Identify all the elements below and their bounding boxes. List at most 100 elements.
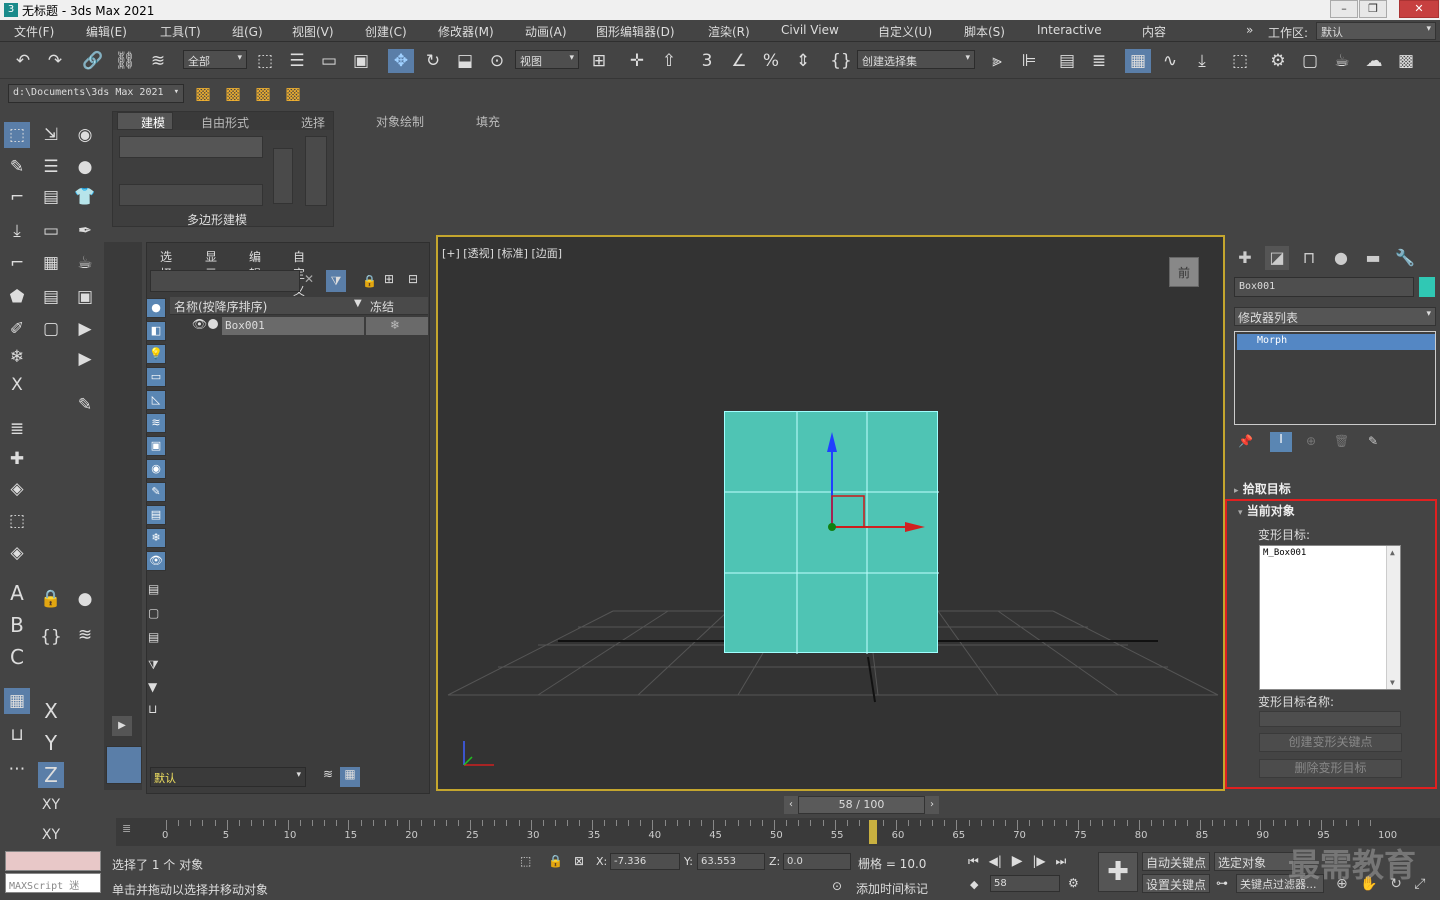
expand-arrow-icon[interactable]: ▶ xyxy=(112,716,132,736)
render-production-icon[interactable]: ☕ xyxy=(1329,49,1355,73)
curve-editor-mini-icon[interactable]: ≣ xyxy=(122,822,131,835)
project-folder-icon[interactable]: ▩ xyxy=(190,82,216,106)
filter-frozen-icon[interactable]: ❄ xyxy=(146,528,166,548)
display-tab-icon[interactable]: ▬ xyxy=(1361,246,1385,270)
render-frame-icon[interactable]: ▣ xyxy=(72,284,98,310)
menu-item[interactable]: 脚本(S) xyxy=(964,23,1005,40)
redo-icon[interactable]: ↷ xyxy=(42,49,68,73)
select-region-icon[interactable]: ⬚ xyxy=(4,508,30,534)
selection-filter-dropdown[interactable]: 全部 ▾ xyxy=(183,50,247,69)
open-project-icon[interactable]: ▩ xyxy=(220,82,246,106)
axis-x-icon[interactable]: X xyxy=(38,698,64,724)
project-path-dropdown[interactable]: d:\Documents\3ds Max 2021 ▾ xyxy=(8,84,184,103)
file-icon[interactable]: ▭ xyxy=(38,218,64,244)
set-key-button[interactable]: 设置关键点 xyxy=(1142,874,1211,893)
timeline-track[interactable]: ≣ 0 5 10 15 20 25 30 35 40 45 50 55 60 65 70 75 80 85 90 95… xyxy=(116,818,1440,846)
ribbon-side-buttons[interactable] xyxy=(273,148,293,204)
select-object-icon[interactable]: ⬚ xyxy=(252,49,278,73)
dots-icon[interactable]: ⋯ xyxy=(4,756,30,782)
more-menu-icon[interactable]: » xyxy=(1246,23,1253,37)
text-b-icon[interactable]: B xyxy=(4,612,30,638)
motion-tab-icon[interactable]: ● xyxy=(1329,246,1353,270)
time-config-icon[interactable]: ⚙ xyxy=(1068,876,1079,890)
filter-icon[interactable]: ⧩ xyxy=(326,270,346,292)
visibility-eye-icon[interactable]: 👁 xyxy=(192,317,207,331)
scene-row[interactable]: 👁 Box001 ❄ xyxy=(170,317,428,335)
create-tab-icon[interactable]: ✚ xyxy=(1233,246,1257,270)
filter-bones-icon[interactable]: ✎ xyxy=(146,482,166,502)
edit-named-selection-icon[interactable]: {} xyxy=(828,49,854,73)
sphere-icon[interactable]: ● xyxy=(72,586,98,612)
schematic-view-icon[interactable]: ⤓ xyxy=(1189,49,1215,73)
magnet-icon[interactable]: ⌐ xyxy=(4,184,30,210)
filter-geometry-icon[interactable]: ● xyxy=(146,298,166,318)
axis-y-icon[interactable]: Y xyxy=(38,730,64,756)
select-scale-icon[interactable]: ⬓ xyxy=(452,49,478,73)
filter-shapes-icon[interactable]: ◧ xyxy=(146,321,166,341)
maximize-button[interactable]: ❐ xyxy=(1359,0,1387,18)
menu-item[interactable]: 修改器(M) xyxy=(438,23,494,40)
stack-icon[interactable]: ▦ xyxy=(38,250,64,276)
folder-icon[interactable]: ▤ xyxy=(38,184,64,210)
x-coord-field[interactable]: -7.336 xyxy=(610,853,680,870)
snap-toggle-icon[interactable]: 3 xyxy=(694,49,720,73)
menu-item[interactable]: 渲染(R) xyxy=(708,23,750,40)
render-dot-icon[interactable] xyxy=(208,319,218,329)
ref-coord-dropdown[interactable]: 视图 ▾ xyxy=(515,50,579,69)
text-a-icon[interactable]: A xyxy=(4,580,30,606)
time-slider[interactable]: ‹ 58 / 100 › xyxy=(784,796,939,814)
modifier-list-dropdown[interactable]: 修改器列表 ▾ xyxy=(1234,307,1436,326)
play-icon[interactable]: ▶ xyxy=(72,316,98,342)
teapot-icon[interactable]: ☕ xyxy=(72,250,98,276)
rendered-frame-icon[interactable]: ▢ xyxy=(1297,49,1323,73)
lock-icon[interactable]: 🔒 xyxy=(38,586,64,612)
scene-view-icon[interactable]: ▦ xyxy=(340,767,360,787)
place-icon[interactable]: ⊙ xyxy=(484,49,510,73)
filter-groups-icon[interactable]: ▣ xyxy=(146,436,166,456)
maxscript-mini-input[interactable]: MAXScript 迷 xyxy=(5,873,101,893)
next-key-icon[interactable]: |▶ xyxy=(1032,854,1045,868)
arrow-down-icon[interactable]: ⤓ xyxy=(4,218,30,244)
minimize-button[interactable]: – xyxy=(1330,0,1358,18)
selection-lock-icon[interactable]: 🔒 xyxy=(548,854,563,868)
selected-object-dropdown[interactable]: 选定对象 xyxy=(1214,852,1294,871)
subobject-buttons[interactable] xyxy=(119,136,263,158)
configure-sets-icon[interactable]: ✎ xyxy=(1368,434,1378,448)
set-project-icon[interactable]: ▩ xyxy=(280,82,306,106)
filter-containers-icon[interactable]: ▤ xyxy=(146,505,166,525)
absolute-mode-icon[interactable]: ⊠ xyxy=(574,854,584,868)
menu-item[interactable]: 工具(T) xyxy=(160,23,201,40)
time-tag-icon[interactable]: ⊙ xyxy=(832,879,842,893)
column-freeze[interactable]: 冻结 xyxy=(370,298,394,315)
layer-dropdown[interactable]: 默认 ▾ xyxy=(150,767,306,787)
align-icon[interactable]: ⊫ xyxy=(1016,49,1042,73)
utilities-tab-icon[interactable]: 🔧 xyxy=(1393,246,1417,270)
clear-search-icon[interactable]: ✕ xyxy=(304,272,314,286)
mirror-icon[interactable]: ⫸ xyxy=(984,49,1010,73)
toggle-scene-explorer-icon[interactable]: ▤ xyxy=(1054,49,1080,73)
pen-icon[interactable]: ✒ xyxy=(72,218,98,244)
sync-selection-icon[interactable]: ⊟ xyxy=(408,272,418,286)
prev-frame-icon[interactable]: ‹ xyxy=(784,796,798,814)
funnel-icon[interactable]: ⧩ xyxy=(148,658,159,673)
lasso-icon[interactable]: ✎ xyxy=(4,154,30,180)
curve-editor-icon[interactable]: ∿ xyxy=(1157,49,1183,73)
modifier-stack-item[interactable]: Morph xyxy=(1237,334,1435,350)
unlink-icon[interactable]: ⛓ xyxy=(112,49,138,73)
brush-icon[interactable]: ✎ xyxy=(72,392,98,418)
menu-item[interactable]: Interactive xyxy=(1037,23,1102,37)
y-coord-field[interactable]: 63.553 xyxy=(697,853,765,870)
layers-all-icon[interactable]: ◈ xyxy=(4,540,30,566)
frame-spinner-icon[interactable]: ◆ xyxy=(970,878,978,891)
time-cursor[interactable] xyxy=(869,820,877,844)
named-selection-dropdown[interactable]: 创建选择集 ▾ xyxy=(857,50,975,69)
filter-lights-icon[interactable]: 💡 xyxy=(146,344,166,364)
filter-xrefs-icon[interactable]: ◉ xyxy=(146,459,166,479)
set-key-big-icon[interactable]: ✚ xyxy=(1098,852,1138,892)
funnel-icon-2[interactable]: ▼ xyxy=(148,680,157,694)
layers-icon[interactable]: ▤ xyxy=(38,284,64,310)
remove-modifier-icon[interactable]: 🗑 xyxy=(1334,434,1349,448)
tab-freeform[interactable]: 自由形式 xyxy=(201,114,249,131)
goto-end-icon[interactable]: ⏭ xyxy=(1055,854,1066,868)
manipulate-icon[interactable]: ✛ xyxy=(624,49,650,73)
